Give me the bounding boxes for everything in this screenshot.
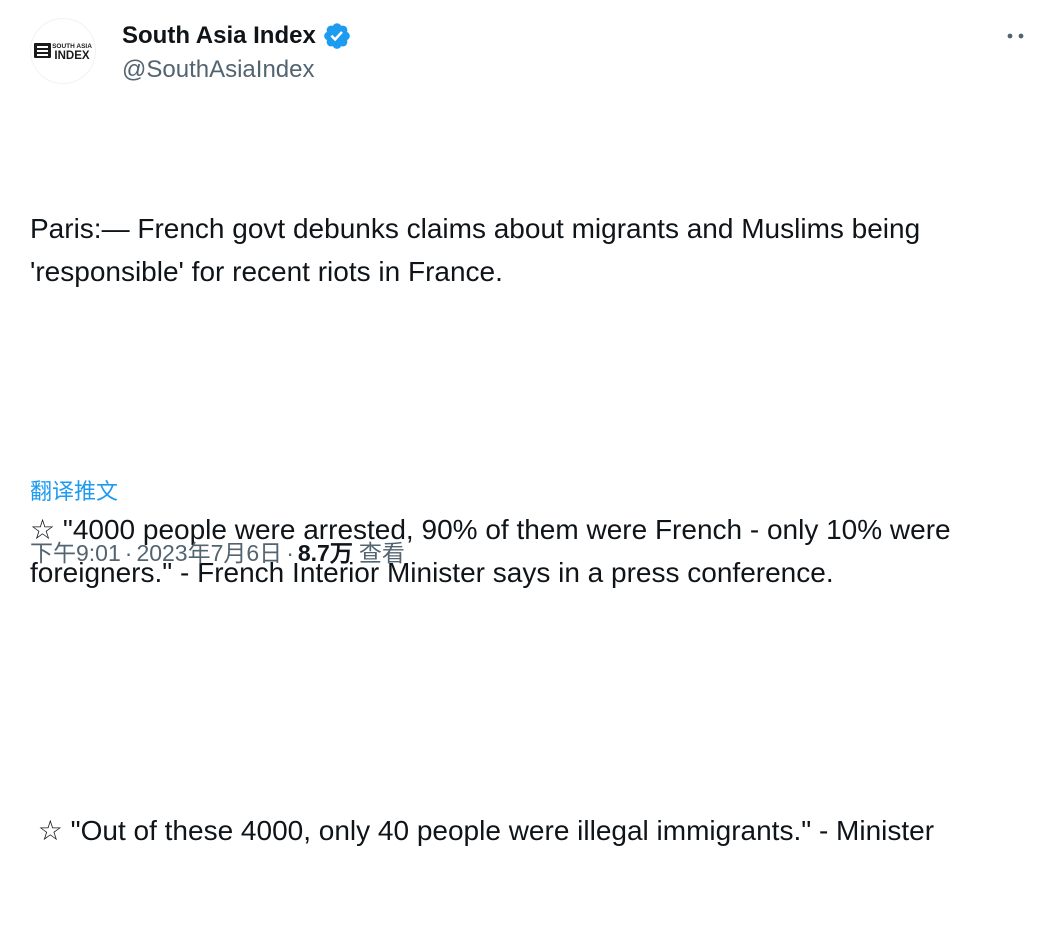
tweet-text: Paris:— French govt debunks claims about… xyxy=(30,121,1030,938)
avatar[interactable]: SOUTH ASIA INDEX xyxy=(30,18,96,84)
user-handle[interactable]: @SouthAsiaIndex xyxy=(122,56,314,84)
south-asia-index-logo: SOUTH ASIA INDEX xyxy=(34,43,92,62)
logo-text-bottom: INDEX xyxy=(54,50,89,62)
display-name[interactable]: South Asia Index xyxy=(122,22,316,50)
meta-separator: · xyxy=(124,540,133,566)
meta-separator: · xyxy=(286,540,294,566)
more-options-button[interactable] xyxy=(1000,20,1032,52)
views-count: 8.7万 xyxy=(297,540,353,566)
tweet-meta: 下午9:01 · 2023年7月6日 · 8.7万 查看 xyxy=(30,534,405,568)
verified-badge-icon[interactable] xyxy=(322,21,352,51)
name-row: South Asia Index xyxy=(122,20,352,52)
tweet-paragraph-1: Paris:— French govt debunks claims about… xyxy=(30,213,928,287)
more-dots-icon xyxy=(1007,33,1024,39)
tweet-time[interactable]: 下午9:01 xyxy=(30,534,121,568)
tweet-date[interactable]: 2023年7月6日 xyxy=(136,534,282,568)
translate-tweet-link[interactable]: 翻译推文 xyxy=(30,474,118,506)
tweet-paragraph-3: ☆ "Out of these 4000, only 40 people wer… xyxy=(30,815,935,846)
tweet: SOUTH ASIA INDEX South Asia Index @South… xyxy=(0,0,1038,846)
views-label: 查看 xyxy=(358,540,405,566)
logo-text-top: SOUTH ASIA xyxy=(52,43,92,50)
tweet-blank-line: ​ xyxy=(30,379,1030,422)
tweet-blank-line: ​ xyxy=(30,680,1030,723)
